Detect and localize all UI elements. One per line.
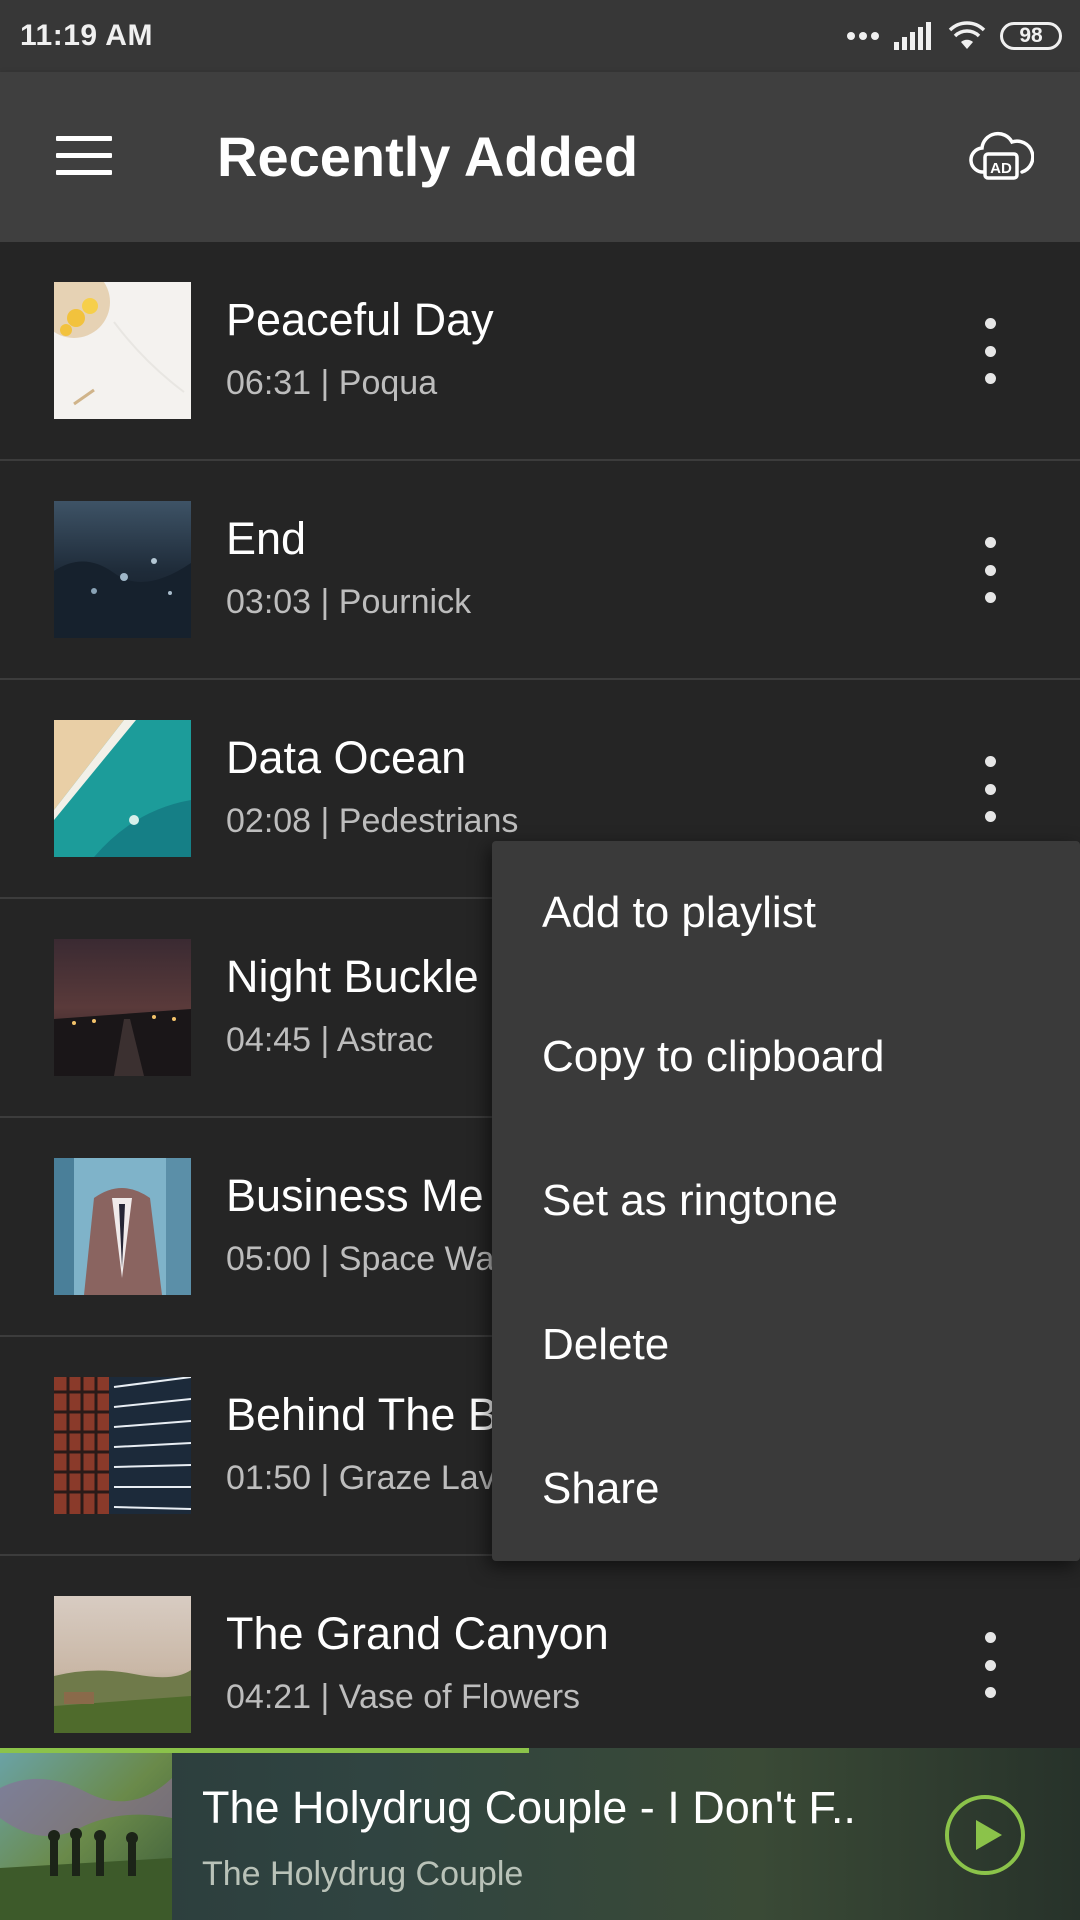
album-art [54, 282, 191, 419]
signal-icon [894, 22, 931, 50]
svg-text:AD: AD [990, 160, 1012, 177]
song-title: Behind The B [226, 1389, 498, 1440]
player-title: The Holydrug Couple - I Don't F.. [202, 1782, 856, 1833]
album-art [54, 939, 191, 1076]
menu-item-share[interactable]: Share [492, 1417, 1080, 1561]
more-dots-icon [847, 32, 879, 40]
song-title: End [226, 513, 307, 564]
more-vert-icon[interactable] [972, 537, 1008, 603]
song-row[interactable]: End 03:03 | Pournick [0, 461, 1080, 680]
page-title: Recently Added [217, 125, 639, 188]
song-meta: 06:31 | Poqua [226, 364, 438, 402]
album-art [54, 720, 191, 857]
context-menu: Add to playlist Copy to clipboard Set as… [492, 841, 1080, 1561]
mini-player[interactable]: The Holydrug Couple - I Don't F.. The Ho… [0, 1748, 1080, 1920]
play-circle-icon[interactable] [944, 1794, 1026, 1876]
song-meta: 03:03 | Pournick [226, 583, 472, 621]
menu-item-copy-to-clipboard[interactable]: Copy to clipboard [492, 985, 1080, 1129]
status-time: 11:19 AM [20, 19, 153, 52]
more-vert-icon[interactable] [972, 756, 1008, 822]
player-artist: The Holydrug Couple [202, 1855, 524, 1893]
album-art [54, 1596, 191, 1733]
app-bar: Recently Added AD [0, 72, 1080, 242]
wifi-icon [948, 21, 986, 49]
song-meta: 04:21 | Vase of Flowers [226, 1678, 581, 1716]
status-bar: 11:19 AM 98 [0, 0, 1080, 72]
song-meta: 01:50 | Graze Lav [226, 1459, 496, 1497]
song-title: Peaceful Day [226, 294, 494, 345]
menu-item-delete[interactable]: Delete [492, 1273, 1080, 1417]
menu-item-set-as-ringtone[interactable]: Set as ringtone [492, 1129, 1080, 1273]
playback-progress-bar[interactable] [0, 1748, 530, 1753]
album-art [54, 1377, 191, 1514]
song-title: The Grand Canyon [226, 1608, 609, 1659]
album-art [54, 1158, 191, 1295]
song-title: Night Buckle [226, 951, 479, 1002]
song-row[interactable]: The Grand Canyon 04:21 | Vase of Flowers [0, 1556, 1080, 1775]
song-title: Data Ocean [226, 732, 467, 783]
album-art [54, 501, 191, 638]
song-meta: 05:00 | Space Wa [226, 1240, 495, 1278]
menu-item-add-to-playlist[interactable]: Add to playlist [492, 841, 1080, 985]
song-meta: 04:45 | Astrac [226, 1021, 434, 1059]
battery-indicator: 98 [1000, 22, 1062, 50]
more-vert-icon[interactable] [972, 318, 1008, 384]
more-vert-icon[interactable] [972, 1632, 1008, 1698]
screen: 11:19 AM 98 Recently Added AD Peaceful D… [0, 0, 1080, 1920]
song-meta: 02:08 | Pedestrians [226, 802, 519, 840]
hamburger-menu-icon[interactable] [56, 136, 112, 176]
status-icons: 98 [846, 21, 1062, 51]
player-album-art [0, 1748, 172, 1920]
cloud-ad-icon[interactable]: AD [968, 128, 1034, 184]
song-title: Business Me [226, 1170, 484, 1221]
song-row[interactable]: Peaceful Day 06:31 | Poqua [0, 242, 1080, 461]
